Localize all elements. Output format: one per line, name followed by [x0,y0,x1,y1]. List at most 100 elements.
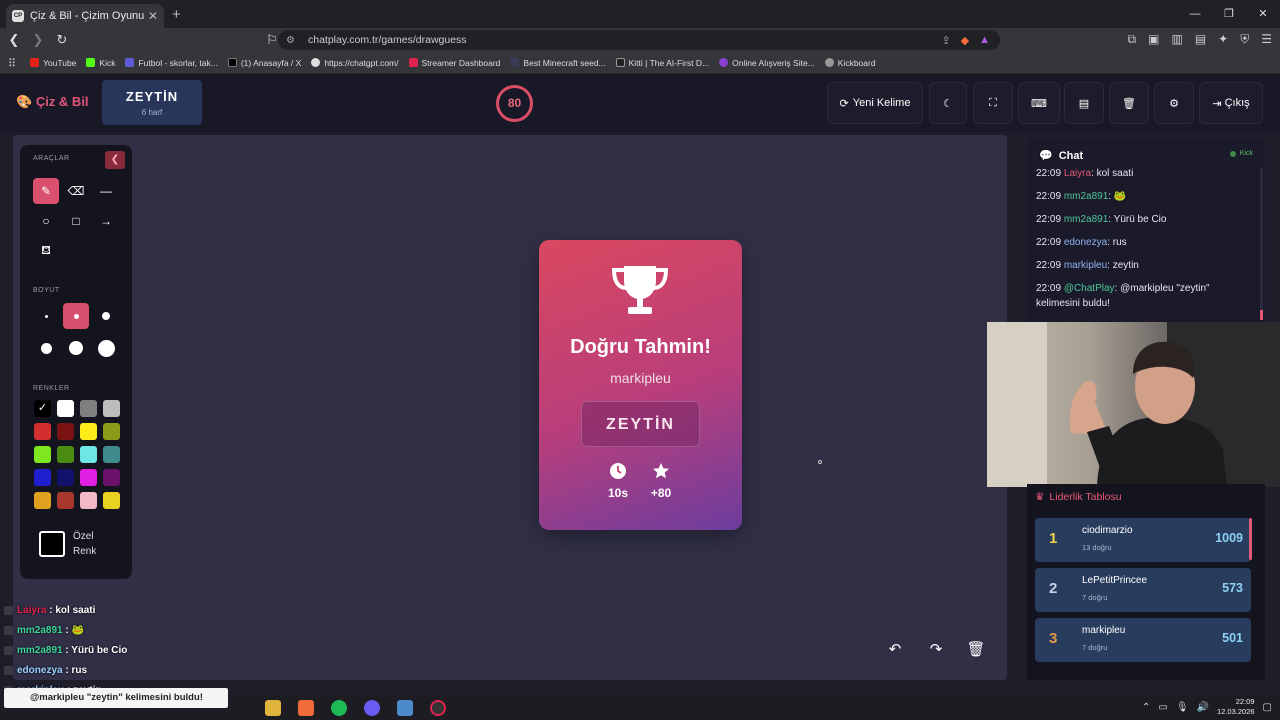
color-swatch[interactable] [103,400,120,417]
size-6[interactable] [93,335,119,361]
back-icon[interactable]: ❮ [4,32,24,48]
color-swatch[interactable] [80,446,97,463]
bookmark-chatgpt[interactable]: https://chatgpt.com/ [311,58,399,68]
notification-bell-icon[interactable]: ▢ [1263,702,1272,713]
color-swatch[interactable] [34,492,51,509]
forward-icon[interactable]: ❯ [28,32,48,48]
discord-icon[interactable] [364,700,380,716]
message-user[interactable]: markipleu [1064,260,1107,271]
eraser-tool[interactable]: ⌫ [63,178,89,204]
network-icon[interactable]: ▭ [1158,702,1167,713]
minimize-icon[interactable]: — [1178,0,1212,28]
new-word-button[interactable]: ⟳ Yeni Kelime [827,82,923,124]
chevron-up-icon[interactable]: ⌃ [1142,702,1150,713]
reload-icon[interactable]: ↻ [52,32,72,48]
color-swatch[interactable] [34,469,51,486]
message-user[interactable]: @ChatPlay [1064,283,1115,294]
color-swatch[interactable] [34,423,51,440]
arrow-tool[interactable]: → [93,208,119,234]
color-swatch[interactable]: ✓ [34,400,51,417]
color-swatch[interactable] [80,492,97,509]
brave-shield-icon[interactable]: ◆ [961,34,969,47]
share-icon[interactable]: ⇪ [941,34,950,47]
obs-icon[interactable] [430,700,446,716]
color-swatch[interactable] [34,446,51,463]
message-user[interactable]: mm2a891 [1064,214,1108,225]
size-1[interactable] [33,303,59,329]
bookmark-streamer-dashboard[interactable]: Streamer Dashboard [408,58,500,68]
volume-icon[interactable]: 🔊 [1197,702,1209,713]
wallet-icon[interactable]: ▤ [1195,32,1206,47]
window-close-icon[interactable]: ✕ [1246,0,1280,28]
new-tab-icon[interactable]: + [172,6,181,23]
color-swatch[interactable] [57,446,74,463]
color-swatch[interactable] [57,469,74,486]
bookmark-kick[interactable]: Kick [86,58,115,68]
vpn-icon[interactable]: ⛨ [1240,32,1249,47]
color-swatch[interactable] [103,423,120,440]
brave-rewards-icon[interactable]: ▲ [979,34,990,47]
chat-scrollbar[interactable] [1260,168,1263,320]
circle-tool[interactable]: ○ [33,208,59,234]
color-swatch[interactable] [57,400,74,417]
size-3[interactable] [93,303,119,329]
line-tool[interactable]: — [93,178,119,204]
leaderboard-scrollbar[interactable] [1249,518,1252,560]
color-swatch[interactable] [103,446,120,463]
redo-button[interactable]: ↷ [922,635,950,663]
browser-tab[interactable]: CP Çiz & Bil - Çizim Oyunu ✕ [6,4,164,28]
exit-button[interactable]: ⇥ Çıkış [1199,82,1263,124]
address-bar[interactable]: ⚙ chatplay.com.tr/games/drawguess ⇪ ◆ ▲ [278,30,1000,50]
leo-icon[interactable]: ✦ [1218,32,1228,47]
mic-icon[interactable]: 🎙 [1176,702,1189,713]
menu-icon[interactable]: ☰ [1261,32,1272,47]
undo-button[interactable]: ↶ [881,635,909,663]
drawing-canvas[interactable] [13,135,1007,680]
apps-icon[interactable]: ⠿ [8,57,16,70]
app-logo[interactable]: 🎨 Çiz & Bil [16,94,89,110]
color-swatch[interactable] [57,423,74,440]
clear-canvas-button[interactable]: 🗑 [962,635,990,663]
spotify-icon[interactable] [331,700,347,716]
color-swatch[interactable] [103,492,120,509]
size-2[interactable] [63,303,89,329]
system-clock[interactable]: 22:09 12.03.2026 [1217,697,1255,717]
keyboard-button[interactable]: ⌨ [1018,82,1060,124]
close-tab-icon[interactable]: ✕ [148,9,158,23]
file-explorer-icon[interactable] [265,700,281,716]
message-user[interactable]: mm2a891 [1064,191,1108,202]
color-swatch[interactable] [80,400,97,417]
bookmark-youtube[interactable]: YouTube [30,58,76,68]
bookmark-x[interactable]: (1) Anasayfa / X [227,58,301,68]
rectangle-tool[interactable]: □ [63,208,89,234]
color-swatch[interactable] [80,469,97,486]
site-info-icon[interactable]: ⚙ [286,35,298,46]
collapse-panel-button[interactable]: ❮ [105,151,125,169]
sidebar-icon[interactable]: ▥ [1171,32,1182,47]
app-icon[interactable] [397,700,413,716]
message-user[interactable]: Laiyra [1064,168,1091,179]
delete-button[interactable]: 🗑 [1109,82,1149,124]
fill-tool[interactable]: ⛾ [33,238,59,264]
size-5[interactable] [63,335,89,361]
color-swatch[interactable] [57,492,74,509]
color-swatch[interactable] [80,423,97,440]
size-4[interactable] [33,335,59,361]
settings-button[interactable]: ⚙ [1154,82,1194,124]
extensions-icon[interactable]: ⧉ [1128,32,1137,47]
bookmark-kitti[interactable]: Kitti | The AI-First D... [615,58,709,68]
tab-search-icon[interactable]: ▣ [1148,32,1159,47]
fullscreen-button[interactable]: ⛶ [973,82,1013,124]
archive-button[interactable]: ▤ [1064,82,1104,124]
bookmark-futbol[interactable]: Futbol - skorlar, tak... [125,58,218,68]
custom-color-button[interactable]: Özel Renk [34,520,120,568]
message-user[interactable]: edonezya [1064,237,1107,248]
brush-tool[interactable]: ✎ [33,178,59,204]
bookmark-shopping[interactable]: Online Alışveriş Site... [719,58,815,68]
restore-icon[interactable]: ❐ [1212,0,1246,28]
bookmark-minecraft[interactable]: Best Minecraft seed... [510,58,606,68]
brave-browser-icon[interactable] [298,700,314,716]
dark-mode-button[interactable]: ☾ [929,82,967,124]
color-swatch[interactable] [103,469,120,486]
bookmark-kickboard[interactable]: Kickboard [824,58,876,68]
